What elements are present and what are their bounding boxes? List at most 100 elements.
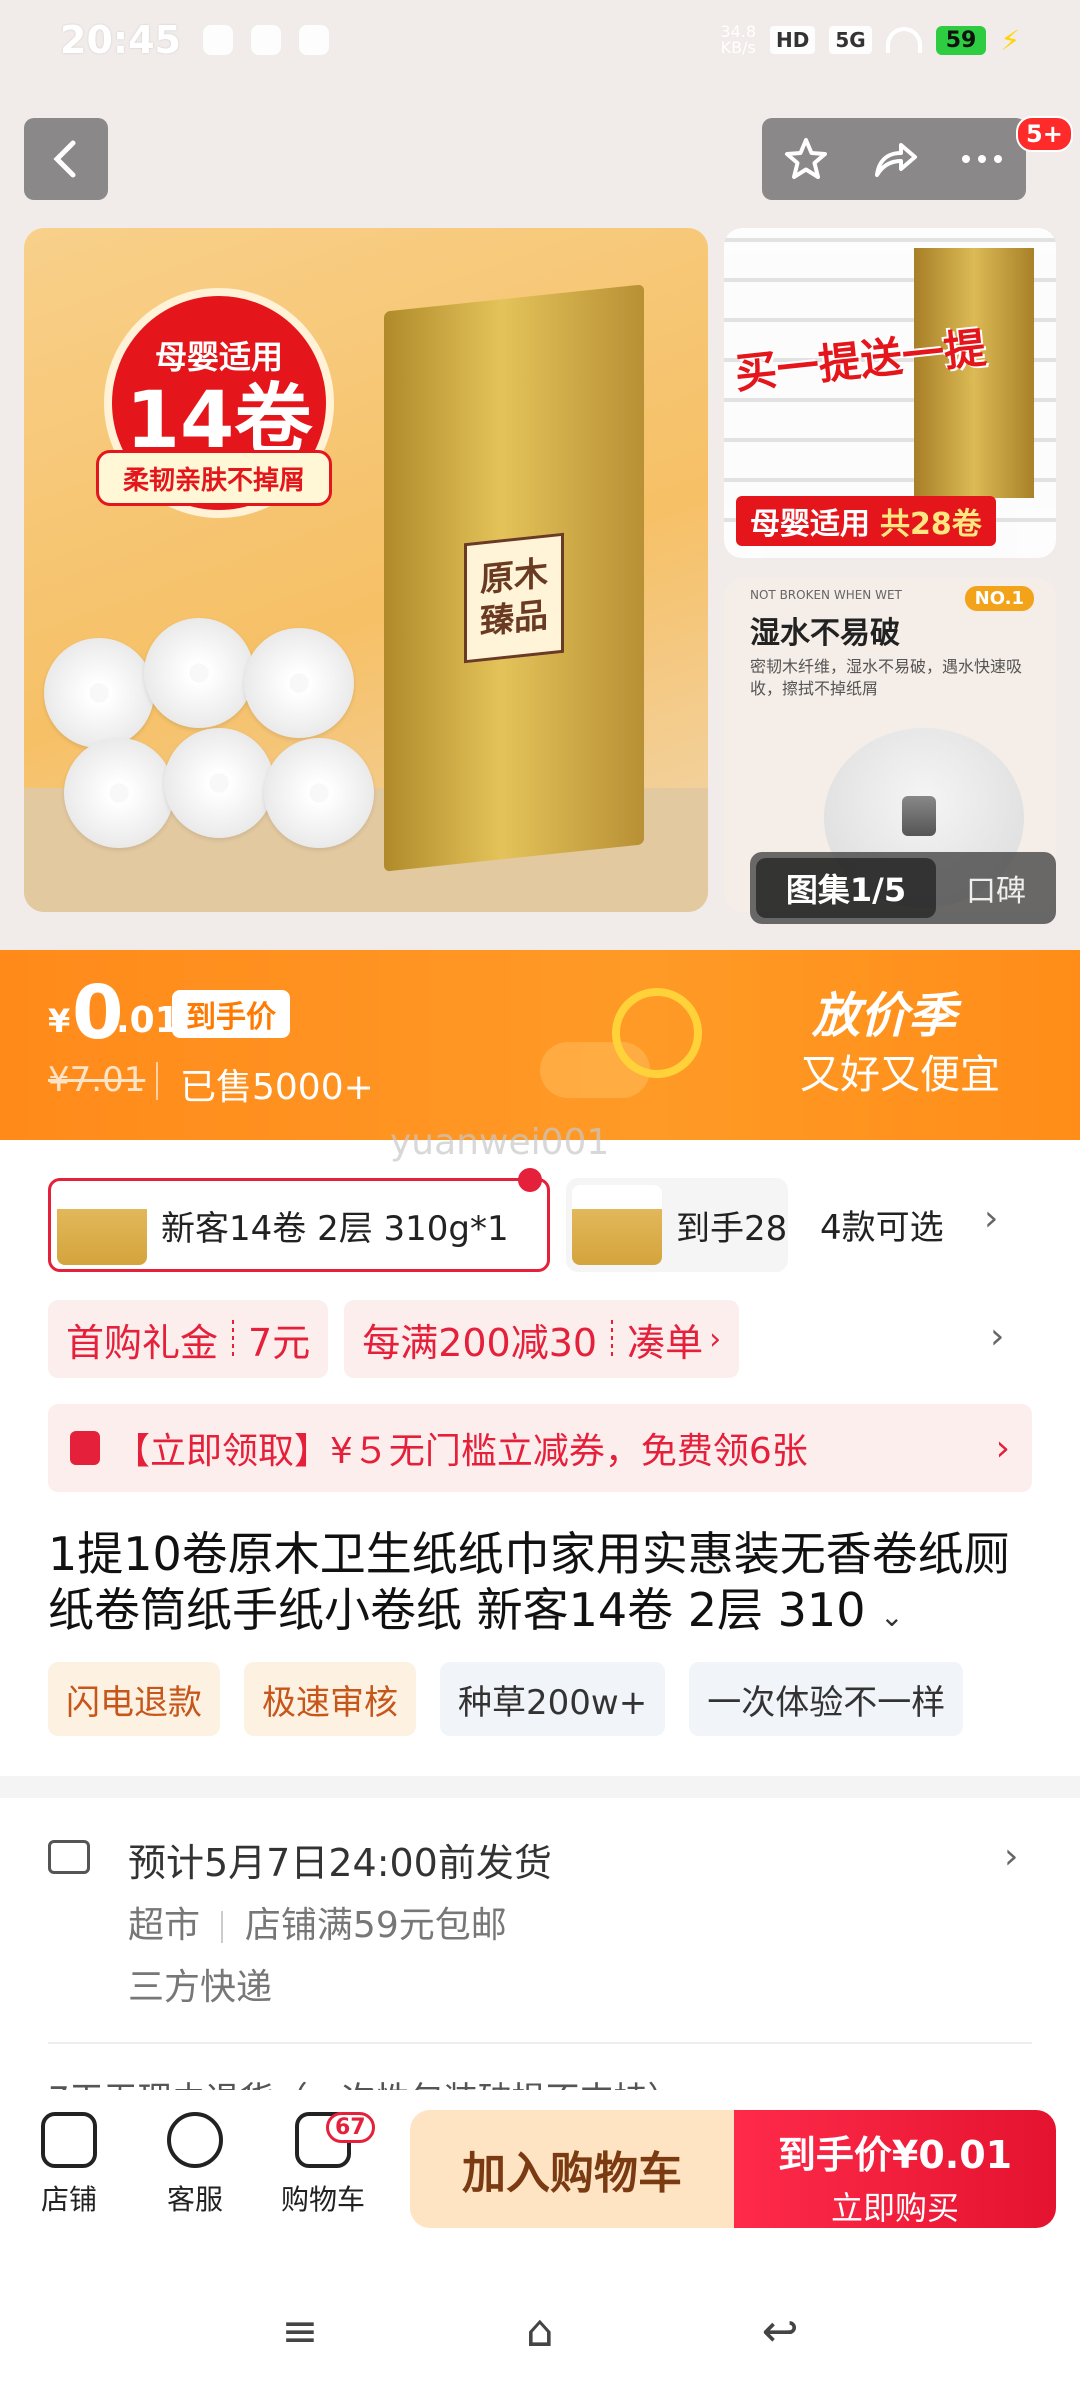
cart-count-badge: 67 xyxy=(326,2112,375,2143)
product-package: 原木 臻品 xyxy=(384,284,644,872)
feature-tag: 一次体验不一样 xyxy=(689,1662,964,1736)
sku-label: 新客14卷 2层 310g*1 xyxy=(161,1208,509,1249)
wifi-icon xyxy=(885,27,922,53)
chevron-right-icon[interactable]: › xyxy=(990,1316,1004,1357)
side2-desc: 密韧木纤维，湿水不易破，遇水快速吸收，擦拭不掉纸屑 xyxy=(750,657,1023,698)
home-icon[interactable]: ⌂ xyxy=(510,2310,570,2354)
sku-thumb xyxy=(57,1185,147,1265)
roll xyxy=(164,728,274,838)
customer-service-button[interactable]: 客服 xyxy=(140,2112,250,2218)
section-divider xyxy=(0,1776,1080,1798)
sku-thumb xyxy=(572,1185,662,1265)
sku-indicator-dot xyxy=(518,1168,542,1192)
chevron-right-icon[interactable]: › xyxy=(1004,1836,1018,1877)
roll xyxy=(64,738,174,848)
voucher-banner[interactable]: 【立即领取】¥５无门槛立减券，免费领6张 › xyxy=(48,1404,1032,1492)
chevron-right-icon: › xyxy=(995,1427,1010,1469)
more-icon[interactable] xyxy=(958,151,1006,167)
coupon-value: 凑单 xyxy=(627,1320,704,1365)
message-icon xyxy=(250,25,281,55)
price-band: ¥ 0 .01 到手价 ¥7.01 已售5000+ 放价季 又好又便宜 xyxy=(0,950,1080,1140)
promo-badge-line1: 母婴适用 xyxy=(154,338,283,376)
net-speed: 34.8 KB/s xyxy=(720,24,756,56)
coupon-spend-discount[interactable]: 每满200减30 凑单 › xyxy=(344,1300,740,1378)
roll xyxy=(144,618,254,728)
roll xyxy=(264,738,374,848)
buy-now-price: 到手价¥0.01 xyxy=(734,2124,1056,2179)
feature-tags: 闪电退款 极速审核 种草200w+ 一次体验不一样 xyxy=(48,1662,964,1736)
package-stamp: 原木 臻品 xyxy=(464,532,564,664)
watermark: yuanwei001 xyxy=(390,1122,610,1163)
side2-title: 湿水不易破 xyxy=(750,616,900,651)
baidu-icon xyxy=(298,25,329,55)
gallery-thumb-1[interactable]: 买一提送一提 母婴适用 共28卷 xyxy=(724,228,1056,558)
free-shipping-rule: 店铺满59元包邮 xyxy=(244,1905,507,1946)
favorite-star-icon[interactable] xyxy=(782,135,830,183)
back-button[interactable] xyxy=(24,118,108,200)
chevron-right-icon[interactable]: › xyxy=(984,1198,998,1239)
chevron-left-icon xyxy=(53,140,76,178)
promo-tag: 柔韧亲肤不掉屑 xyxy=(96,450,332,506)
sku-selector: 新客14卷 2层 310g*1 到手28 4款可选 › xyxy=(48,1168,1048,1272)
product-title-text: 1提10卷原木卫生纸纸巾家用实惠装无香卷纸厕纸卷筒纸手纸小卷纸 新客14卷 2层… xyxy=(48,1527,1010,1637)
feature-tag: 极速审核 xyxy=(244,1662,416,1736)
header-actions xyxy=(762,118,1026,200)
buy-now-amount: ¥0.01 xyxy=(891,2133,1013,2177)
sku-option-selected[interactable]: 新客14卷 2层 310g*1 xyxy=(48,1178,550,1272)
price-currency: ¥ xyxy=(48,1002,71,1040)
coupon-divider xyxy=(232,1320,235,1358)
coupon-value: 7元 xyxy=(248,1320,311,1365)
coupon-divider xyxy=(611,1320,614,1358)
coupon-row: 首购礼金 7元 每满200减30 凑单 › xyxy=(48,1300,740,1378)
buy-now-prefix: 到手价 xyxy=(777,2133,892,2177)
back-nav-icon[interactable]: ↩ xyxy=(750,2310,810,2354)
promo-subslogan: 又好又便宜 xyxy=(800,1052,1000,1098)
price-separator xyxy=(156,1062,158,1100)
service-label: 客服 xyxy=(166,2183,223,2216)
coupon-label: 每满200减30 xyxy=(362,1320,598,1365)
sku-option[interactable]: 到手28 xyxy=(566,1178,788,1272)
charging-icon: ⚡ xyxy=(1000,23,1020,57)
sold-count: 已售5000+ xyxy=(180,1067,374,1108)
side-footer-label: 母婴适用 xyxy=(750,507,870,542)
more-badge: 5+ xyxy=(1016,116,1073,152)
sku-more-label[interactable]: 4款可选 xyxy=(820,1200,944,1249)
menu-icon[interactable]: ≡ xyxy=(270,2310,330,2354)
feature-tag: 闪电退款 xyxy=(48,1662,220,1736)
product-title: 1提10卷原木卫生纸纸巾家用实惠装无香卷纸厕纸卷筒纸手纸小卷纸 新客14卷 2层… xyxy=(48,1526,1038,1645)
final-price-tag: 到手价 xyxy=(172,990,290,1038)
coupon-first-purchase[interactable]: 首购礼金 7元 xyxy=(48,1300,329,1378)
chevron-down-icon[interactable]: ⌄ xyxy=(880,1600,903,1633)
voucher-icon xyxy=(70,1431,100,1465)
service-icon xyxy=(167,2112,223,2168)
toilet-rolls xyxy=(24,608,384,868)
side2-caption: NOT BROKEN WHEN WET xyxy=(750,588,902,602)
share-icon[interactable] xyxy=(869,135,919,183)
status-notification-icons xyxy=(202,25,329,55)
side-footer: 母婴适用 共28卷 xyxy=(736,496,996,546)
wechat-icon xyxy=(202,25,233,55)
shop-icon xyxy=(41,2112,97,2168)
shop-button[interactable]: 店铺 xyxy=(14,2112,124,2218)
product-hero: 20:45 34.8 KB/s HD 5G 59 ⚡ 5+ 原木 臻品 母婴适用… xyxy=(0,0,1080,950)
gallery-counter[interactable]: 图集1/5 xyxy=(756,858,936,918)
buy-now-button[interactable]: 到手价¥0.01 立即购买 xyxy=(734,2110,1056,2228)
status-right: 34.8 KB/s HD 5G 59 ⚡ xyxy=(720,24,1020,57)
status-bar: 20:45 34.8 KB/s HD 5G 59 ⚡ xyxy=(0,0,1080,80)
sun-icon xyxy=(612,988,702,1078)
delivery-truck-icon xyxy=(48,1840,90,1874)
add-to-cart-button[interactable]: 加入购物车 xyxy=(410,2110,734,2228)
coin-illustration xyxy=(902,796,936,836)
ship-divider xyxy=(221,1911,224,1943)
main-product-image[interactable]: 原木 臻品 母婴适用 14卷 柔韧亲肤不掉屑 xyxy=(24,228,708,912)
side-footer-highlight: 共28卷 xyxy=(880,507,982,542)
voucher-text: 【立即领取】¥５无门槛立减券，免费领6张 xyxy=(114,1431,808,1472)
price-decimal: .01 xyxy=(116,1000,180,1041)
signal-icon: 5G xyxy=(829,26,872,54)
cart-label: 购物车 xyxy=(280,2183,365,2216)
feature-tag: 种草200w+ xyxy=(440,1662,666,1736)
review-tab[interactable]: 口碑 xyxy=(936,866,1056,910)
return-policy-peek: 7天无理由退货（一次性包装破损不支持） xyxy=(48,2072,1032,2092)
roll xyxy=(244,628,354,738)
roll xyxy=(44,638,154,748)
